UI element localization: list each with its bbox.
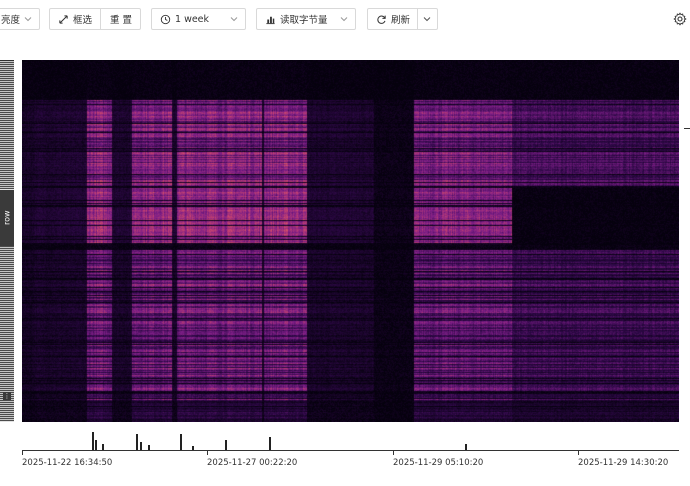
heatmap-canvas[interactable] xyxy=(22,60,679,422)
box-select-label: 框选 xyxy=(73,15,93,26)
metric-select[interactable]: 读取字节量 xyxy=(256,8,356,30)
refresh-interval-dropdown[interactable] xyxy=(418,9,437,29)
row-collapse-marker[interactable]: ⋮ xyxy=(3,392,11,400)
timeline-axis xyxy=(22,450,679,451)
time-range-select[interactable]: 1 week xyxy=(151,8,246,30)
reset-button[interactable]: 重 置 xyxy=(101,9,132,29)
chevron-down-icon xyxy=(340,17,348,22)
chevron-down-icon xyxy=(423,17,431,22)
timeline-tick-label: 2025-11-27 00:22:20 xyxy=(207,458,298,468)
histogram-bar xyxy=(140,442,142,450)
row-axis-label: row xyxy=(2,210,12,226)
timeline-tick-label: 2025-11-29 05:10:20 xyxy=(393,458,484,468)
select-reset-group: 框选 重 置 xyxy=(49,8,141,30)
refresh-group: 刷新 xyxy=(367,8,438,30)
histogram-bar xyxy=(225,440,227,450)
timeline-tick-label: 2025-11-22 16:34:50 xyxy=(22,458,113,468)
heatmap[interactable] xyxy=(22,60,679,422)
reset-label: 重 置 xyxy=(110,15,133,26)
histogram-bar xyxy=(136,434,138,450)
histogram-bar xyxy=(269,437,271,450)
chevron-down-icon xyxy=(230,17,238,22)
row-marker xyxy=(684,128,690,129)
clock-icon xyxy=(160,14,171,24)
bar-chart-icon xyxy=(266,16,275,24)
histogram-bar xyxy=(180,434,182,450)
histogram-bar xyxy=(95,440,97,450)
metric-value: 读取字节量 xyxy=(280,15,328,26)
timeline-tick xyxy=(207,450,208,455)
box-select-icon xyxy=(59,14,68,24)
histogram-bar xyxy=(92,432,94,450)
box-select-button[interactable]: 框选 xyxy=(50,9,100,29)
timeline-tick-label: 2025-11-29 14:30:20 xyxy=(578,458,669,468)
timeline-tick xyxy=(22,450,23,455)
brightness-select[interactable]: 亮度 xyxy=(0,8,40,30)
refresh-label: 刷新 xyxy=(391,15,411,26)
brightness-label: 亮度 xyxy=(1,15,21,26)
time-range-value: 1 week xyxy=(175,13,210,25)
settings-gear-icon[interactable] xyxy=(673,12,687,26)
timeline-tick xyxy=(578,450,579,455)
timeline-tick xyxy=(393,450,394,455)
refresh-button[interactable]: 刷新 xyxy=(368,9,417,29)
chevron-down-icon xyxy=(24,17,32,22)
refresh-icon xyxy=(377,15,386,24)
event-histogram[interactable] xyxy=(22,430,679,450)
